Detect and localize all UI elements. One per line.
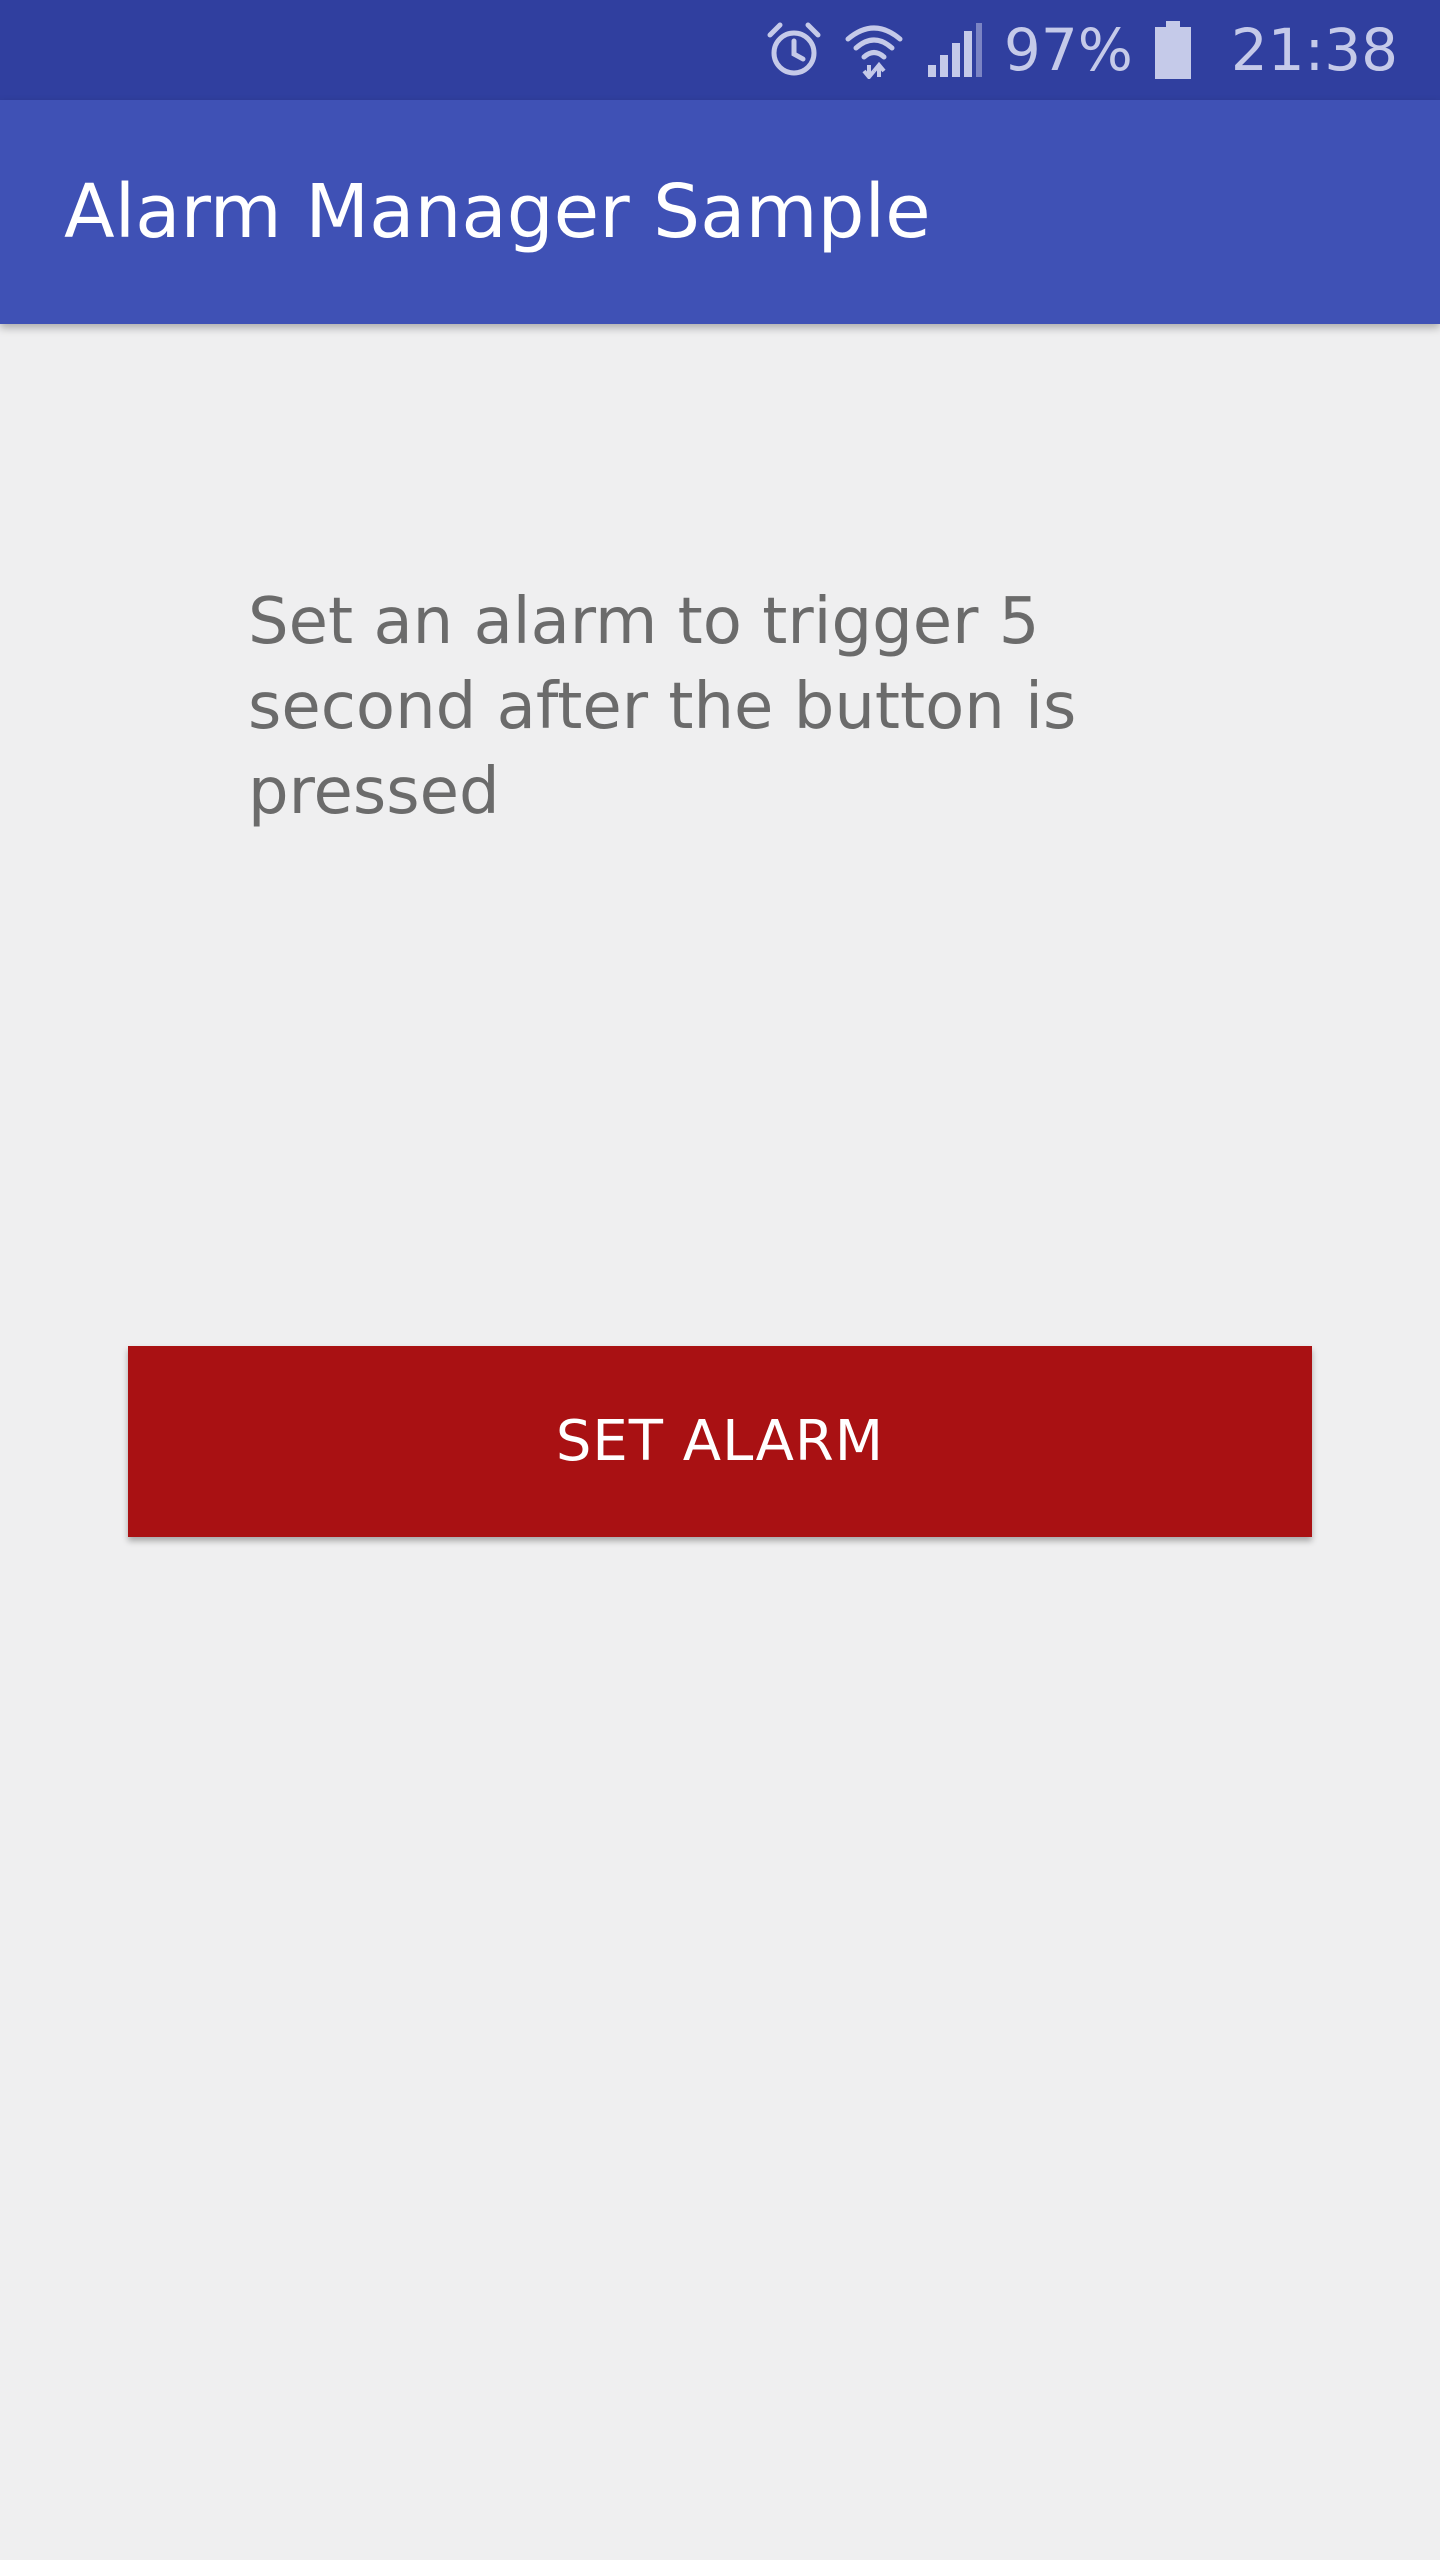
description-text: Set an alarm to trigger 5 second after t… (248, 585, 1077, 829)
status-clock: 21:38 (1230, 16, 1398, 84)
cell-signal-icon (926, 23, 982, 77)
set-alarm-button[interactable]: SET ALARM (128, 1346, 1312, 1537)
wifi-icon (844, 21, 904, 79)
status-bar: 97% 21:38 (0, 0, 1440, 100)
set-alarm-button-label: SET ALARM (555, 1409, 885, 1474)
app-title: Alarm Manager Sample (64, 169, 931, 255)
status-icons: 97% 21:38 (766, 0, 1398, 100)
battery-percentage: 97% (1003, 16, 1133, 84)
app-bar: Alarm Manager Sample (0, 100, 1440, 324)
battery-icon (1154, 21, 1191, 79)
main-content: Set an alarm to trigger 5 second after t… (0, 324, 1440, 2560)
alarm-clock-icon (766, 21, 822, 79)
